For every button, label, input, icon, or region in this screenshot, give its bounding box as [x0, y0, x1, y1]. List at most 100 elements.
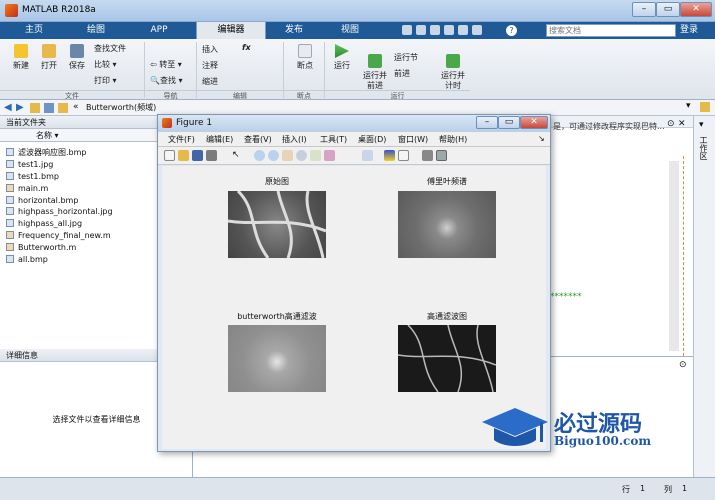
editor-scrollbar[interactable]	[669, 161, 679, 351]
show-plot-tools-icon[interactable]	[436, 150, 447, 161]
menu-window[interactable]: 窗口(W)	[398, 134, 428, 145]
tab-plots[interactable]: 绘图	[66, 22, 126, 39]
editor-collapse-icon[interactable]: ⊙	[667, 119, 675, 129]
file-name: Frequency_final_new.m	[18, 231, 111, 241]
file-section-label: 文件	[0, 90, 144, 100]
indent-button[interactable]: 缩进	[202, 76, 218, 87]
editor-ribbon: 新建 打开 保存 查找文件 比较 ▾ 打印 ▾ 文件 ⇦ 转至 ▾ 🔍查找 ▾ …	[0, 39, 715, 100]
forward-icon[interactable]: ▶	[16, 102, 24, 113]
figure-minimize-button[interactable]: –	[476, 116, 498, 129]
comment-button[interactable]: 注释	[202, 60, 218, 71]
path-text[interactable]: Butterworth(频域)	[86, 102, 156, 113]
save-button[interactable]: 保存	[64, 44, 90, 71]
command-window-menu-icon[interactable]: ⊙	[679, 360, 687, 370]
tab-view[interactable]: 视图	[322, 22, 378, 39]
tab-publish[interactable]: 发布	[266, 22, 322, 39]
colorbar-icon[interactable]	[384, 150, 395, 161]
run-label: 运行	[334, 61, 350, 70]
menu-dock-icon[interactable]: ↘	[538, 134, 545, 143]
menu-view[interactable]: 查看(V)	[244, 134, 272, 145]
new-label: 新建	[13, 61, 29, 70]
save-figure-icon[interactable]	[192, 150, 203, 161]
menu-help[interactable]: 帮助(H)	[439, 134, 467, 145]
undo-quick-icon[interactable]	[458, 25, 468, 35]
print-figure-icon[interactable]	[206, 150, 217, 161]
run-advance-button[interactable]: 运行并 前进	[360, 44, 390, 91]
browse-icon[interactable]	[44, 103, 54, 113]
menu-file[interactable]: 文件(F)	[168, 134, 195, 145]
bmp-file-icon	[6, 255, 14, 264]
paste-quick-icon[interactable]	[444, 25, 454, 35]
bmp-file-icon	[6, 195, 14, 204]
link-plot-icon[interactable]	[362, 150, 373, 161]
run-time-button[interactable]: 运行并 计时	[438, 44, 468, 91]
figure-menu-bar: 文件(F) 编辑(E) 查看(V) 插入(I) 工具(T) 桌面(D) 窗口(W…	[158, 132, 550, 147]
insert-button[interactable]: 插入	[202, 44, 218, 55]
figure-maximize-button[interactable]: ▭	[498, 116, 520, 129]
menu-tools[interactable]: 工具(T)	[320, 134, 347, 145]
save-quick-icon[interactable]	[402, 25, 412, 35]
help-icon[interactable]: ?	[506, 25, 517, 36]
breakpoints-button[interactable]: 断点	[290, 44, 320, 71]
figure-title-bar[interactable]: Figure 1 – ▭ ✕	[158, 115, 550, 132]
pan-icon[interactable]	[282, 150, 293, 161]
print-button[interactable]: 打印 ▾	[94, 75, 144, 86]
figure-close-button[interactable]: ✕	[520, 116, 548, 129]
folder-icon[interactable]	[700, 102, 710, 112]
run-button[interactable]: 运行	[330, 44, 354, 71]
m-file-icon	[6, 183, 14, 192]
brush-icon[interactable]	[324, 150, 335, 161]
run-section-group-label: 运行	[325, 90, 470, 100]
new-button[interactable]: 新建	[8, 44, 34, 71]
hide-plot-tools-icon[interactable]	[422, 150, 433, 161]
goto-button[interactable]: ⇦ 转至 ▾	[150, 59, 194, 70]
zoom-in-icon[interactable]	[254, 150, 265, 161]
butterworth-filter-image	[228, 325, 326, 392]
close-button[interactable]: ✕	[680, 2, 712, 17]
minimize-button[interactable]: –	[632, 2, 656, 17]
editor-close-icon[interactable]: ✕	[678, 119, 686, 129]
tab-home[interactable]: 主页	[4, 22, 64, 39]
data-cursor-icon[interactable]	[310, 150, 321, 161]
run-advance-label: 运行并 前进	[363, 71, 387, 90]
find-files-label: 查找文件	[94, 44, 126, 53]
find-button[interactable]: 🔍查找 ▾	[150, 75, 194, 86]
workspace-collapse-icon[interactable]: ▾	[699, 120, 704, 130]
cut-quick-icon[interactable]	[416, 25, 426, 35]
back-icon[interactable]: ◀	[4, 102, 12, 113]
new-figure-icon[interactable]	[164, 150, 175, 161]
run-section-button[interactable]: 运行节	[394, 52, 434, 63]
login-link[interactable]: 登录	[680, 24, 698, 37]
find-files-button[interactable]: 查找文件	[94, 43, 144, 54]
legend-icon[interactable]	[398, 150, 409, 161]
redo-quick-icon[interactable]	[472, 25, 482, 35]
file-name: test1.bmp	[18, 171, 59, 181]
matlab-logo-icon	[5, 4, 18, 17]
file-name: highpass_all.jpg	[18, 219, 83, 229]
open-button[interactable]: 打开	[36, 44, 62, 71]
advance-button[interactable]: 前进	[394, 68, 434, 79]
compare-button[interactable]: 比较 ▾	[94, 59, 144, 70]
maximize-button[interactable]: ▭	[656, 2, 680, 17]
path-dropdown-icon[interactable]: ▾	[686, 101, 691, 111]
workspace-label[interactable]: 工作区	[698, 136, 709, 160]
search-input[interactable]	[546, 24, 676, 37]
rotate-3d-icon[interactable]	[296, 150, 307, 161]
menu-insert[interactable]: 插入(I)	[282, 134, 307, 145]
path-chevron[interactable]: «	[73, 102, 79, 112]
zoom-out-icon[interactable]	[268, 150, 279, 161]
tab-apps[interactable]: APP	[128, 22, 190, 39]
menu-desktop[interactable]: 桌面(D)	[358, 134, 386, 145]
window-title: MATLAB R2018a	[22, 5, 96, 15]
tab-editor[interactable]: 编辑器	[196, 22, 266, 39]
pointer-icon[interactable]: ↖	[232, 150, 243, 161]
plot-title-butterworth: butterworth高通滤波	[237, 312, 317, 321]
fx-button[interactable]: fx	[242, 43, 251, 52]
up-folder-icon[interactable]	[30, 103, 40, 113]
bmp-file-icon	[6, 148, 14, 156]
open-file-icon[interactable]	[178, 150, 189, 161]
vessel-pattern	[227, 189, 327, 259]
right-dock-strip: ▾ 工作区	[693, 116, 715, 477]
menu-edit[interactable]: 编辑(E)	[206, 134, 233, 145]
copy-quick-icon[interactable]	[430, 25, 440, 35]
